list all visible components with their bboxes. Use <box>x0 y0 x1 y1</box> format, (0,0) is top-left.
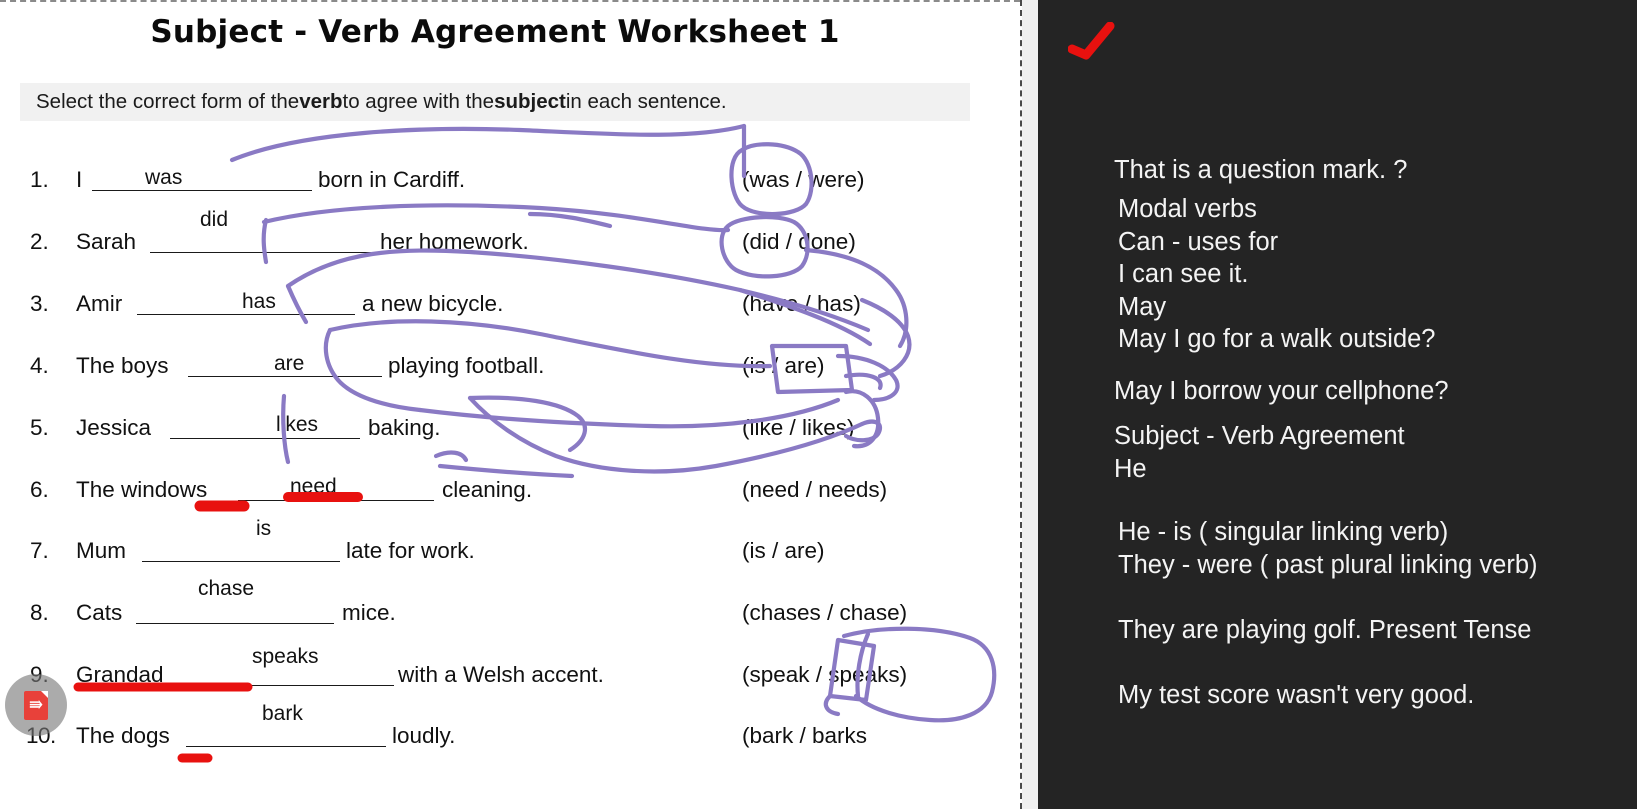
instruction-bold-verb: verb <box>299 90 343 113</box>
question-row: 9. Grandad speaks with a Welsh accent. (… <box>30 645 990 697</box>
question-number: 6. <box>30 477 49 502</box>
question-row: 10. The dogs bark loudly. (bark / barks <box>26 702 990 758</box>
question-suffix: cleaning. <box>442 477 533 502</box>
answer-blank[interactable] <box>136 600 334 624</box>
question-suffix: playing football. <box>388 353 545 378</box>
question-options: (is / are) <box>742 353 825 378</box>
question-suffix: with a Welsh accent. <box>398 662 604 687</box>
question-options: (chases / chase) <box>742 600 908 625</box>
pdf-icon: ⇛ <box>24 690 48 720</box>
handwritten-answer: likes <box>276 413 319 436</box>
red-check-icon <box>1068 22 1115 60</box>
handwritten-answer: chase <box>198 577 255 600</box>
note-line: May <box>1118 293 1167 321</box>
question-suffix: mice. <box>342 600 396 625</box>
note-line: He - is ( singular linking verb) <box>1118 518 1449 546</box>
question-options: (did / done) <box>742 229 856 254</box>
question-options: (like / likes) <box>742 415 855 440</box>
worksheet-document-pane[interactable]: Subject - Verb Agreement Worksheet 1 Sel… <box>0 0 1022 809</box>
worksheet-title: Subject - Verb Agreement Worksheet 1 <box>150 14 840 50</box>
question-prefix: Mum <box>76 538 126 563</box>
pane-gap-divider <box>1022 0 1038 809</box>
note-line: Modal verbs <box>1118 195 1257 223</box>
question-prefix: Sarah <box>76 229 137 254</box>
question-suffix: baking. <box>368 415 441 440</box>
note-line: My test score wasn't very good. <box>1118 681 1475 709</box>
question-row: 2. Sarah did her homework. (did / done) <box>30 208 990 264</box>
question-suffix: late for work. <box>346 538 475 563</box>
question-row: 1. I was born in Cardiff. (was / were) <box>30 158 990 202</box>
answer-blank[interactable] <box>186 723 386 747</box>
note-line: May I go for a walk outside? <box>1118 325 1436 353</box>
handwritten-answer: bark <box>262 702 303 725</box>
question-options: (need / needs) <box>742 477 888 502</box>
question-row: 3. Amir has a new bicycle. (have / has) <box>30 282 990 326</box>
handwritten-answer: speaks <box>252 645 319 668</box>
pdf-export-button[interactable]: ⇛ <box>5 674 67 736</box>
question-options: (was / were) <box>742 167 865 192</box>
question-prefix: Cats <box>76 600 123 625</box>
app-root: Subject - Verb Agreement Worksheet 1 Sel… <box>0 0 1637 809</box>
answer-blank[interactable] <box>170 415 360 439</box>
handwritten-answer: did <box>200 208 229 231</box>
question-row: 8. Cats chase mice. (chases / chase) <box>30 577 990 635</box>
question-number: 1. <box>30 167 49 192</box>
note-line: I can see it. <box>1118 260 1249 288</box>
handwritten-answer: was <box>145 166 183 189</box>
question-row: 7. Mum is late for work. (is / are) <box>30 517 990 573</box>
note-line: They are playing golf. Present Tense <box>1118 616 1532 644</box>
question-options: (speak / speaks) <box>742 662 908 687</box>
question-suffix: loudly. <box>392 723 456 748</box>
question-number: 8. <box>30 600 49 625</box>
handwritten-answer: need <box>290 475 337 498</box>
instruction-part-3: in each sentence. <box>565 90 727 113</box>
instruction-part-1: Select the correct form of the <box>36 90 300 113</box>
question-suffix: born in Cardiff. <box>318 167 466 192</box>
question-suffix: her homework. <box>380 229 529 254</box>
handwritten-answer: are <box>274 352 305 375</box>
question-row: 6. The windows need cleaning. (need / ne… <box>30 468 990 512</box>
note-line: He <box>1114 455 1147 483</box>
question-prefix: Jessica <box>76 415 152 440</box>
question-number: 2. <box>30 229 49 254</box>
handwritten-answer: is <box>256 517 272 540</box>
instruction-part-2: to agree with the <box>342 90 495 113</box>
instruction-bold-subject: subject <box>494 90 566 113</box>
question-options: (have / has) <box>742 291 861 316</box>
answer-blank[interactable] <box>92 167 312 191</box>
notes-panel[interactable]: That is a question mark. ? Modal verbs C… <box>1038 0 1637 809</box>
note-line: Can - uses for <box>1118 228 1279 256</box>
question-prefix: The windows <box>76 477 208 502</box>
note-line: Subject - Verb Agreement <box>1114 422 1405 450</box>
question-prefix: Amir <box>76 291 123 316</box>
question-options: (is / are) <box>742 538 825 563</box>
answer-blank[interactable] <box>150 229 374 253</box>
question-number: 5. <box>30 415 49 440</box>
note-line: They - were ( past plural linking verb) <box>1118 551 1538 579</box>
question-options: (bark / barks <box>742 723 868 748</box>
note-line: May I borrow your cellphone? <box>1114 377 1449 405</box>
question-row: 5. Jessica likes baking. (like / likes) <box>30 406 990 450</box>
question-number: 4. <box>30 353 49 378</box>
question-prefix: The boys <box>76 353 169 378</box>
question-suffix: a new bicycle. <box>362 291 504 316</box>
question-prefix: I <box>76 167 83 192</box>
question-number: 7. <box>30 538 49 563</box>
question-row: 4. The boys are playing football. (is / … <box>30 344 990 388</box>
worksheet-content: Subject - Verb Agreement Worksheet 1 Sel… <box>0 0 1020 809</box>
handwritten-answer: has <box>242 290 276 313</box>
worksheet-instruction: Select the correct form of the verb to a… <box>20 83 970 121</box>
question-prefix: Grandad <box>76 662 164 687</box>
answer-blank[interactable] <box>142 538 340 562</box>
question-number: 3. <box>30 291 49 316</box>
question-prefix: The dogs <box>76 723 170 748</box>
note-line: That is a question mark. ? <box>1114 156 1408 184</box>
